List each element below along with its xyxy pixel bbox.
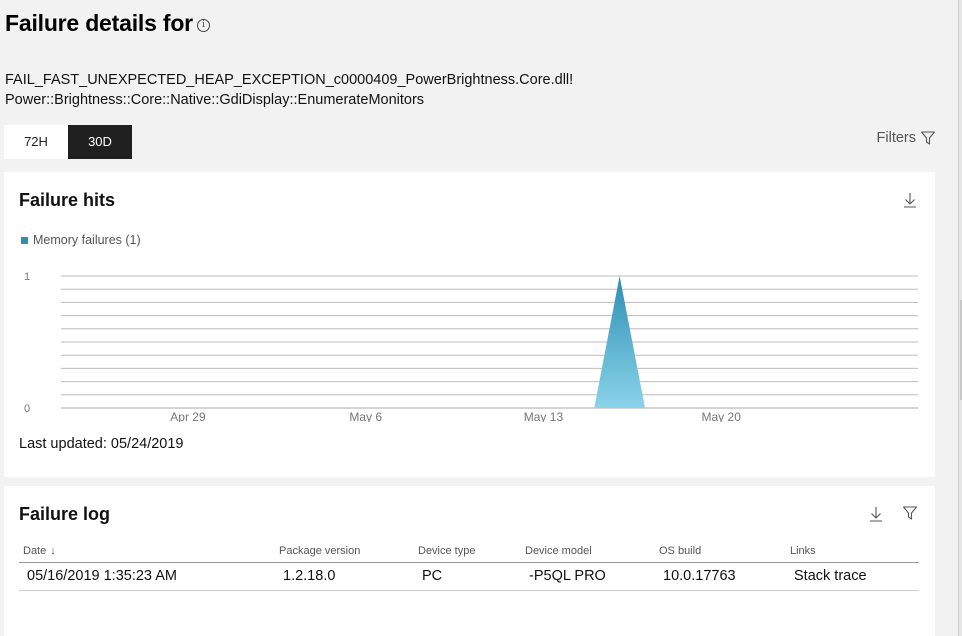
cell-os-build: 10.0.17763 bbox=[655, 562, 786, 591]
x-tick-label: May 13 bbox=[524, 410, 564, 422]
last-updated: Last updated: 05/24/2019 bbox=[19, 436, 184, 452]
stack-trace-link[interactable]: Stack trace bbox=[786, 562, 919, 591]
filter-icon[interactable] bbox=[902, 505, 918, 521]
table-header-row: Date ↓ Package version Device type Device… bbox=[19, 542, 919, 563]
failure-hits-card: Failure hits Memory failures (1) 0 1 Apr 2… bbox=[4, 172, 935, 477]
column-header-os-build[interactable]: OS build bbox=[655, 542, 786, 563]
scrollbar[interactable] bbox=[958, 0, 962, 636]
column-header-device-model[interactable]: Device model bbox=[521, 542, 655, 563]
cell-device-model: -P5QL PRO bbox=[521, 562, 655, 591]
failure-hits-chart: 0 1 Apr 29 May 6 May 13 May 20 bbox=[24, 271, 918, 422]
filters-label: Filters bbox=[876, 130, 916, 146]
cell-package-version: 1.2.18.0 bbox=[275, 562, 414, 591]
download-icon[interactable] bbox=[903, 192, 917, 208]
time-range-30d-button[interactable]: 30D bbox=[68, 125, 132, 159]
x-tick-label: Apr 29 bbox=[170, 410, 206, 422]
failure-log-table: Date ↓ Package version Device type Device… bbox=[19, 542, 919, 591]
page-title-text: Failure details for bbox=[5, 10, 193, 36]
table-row: 05/16/2019 1:35:23 AM 1.2.18.0 PC -P5QL … bbox=[19, 562, 919, 591]
filter-icon bbox=[920, 131, 936, 145]
download-icon[interactable] bbox=[869, 506, 883, 522]
failure-log-card: Failure log Date ↓ Package version Device… bbox=[4, 486, 935, 636]
failure-name-line2: Power::Brightness::Core::Native::GdiDisp… bbox=[5, 92, 425, 108]
x-tick-label: May 20 bbox=[702, 410, 742, 422]
chart-legend: Memory failures (1) bbox=[21, 233, 141, 247]
y-tick-label: 0 bbox=[24, 403, 30, 415]
cell-device-type: PC bbox=[414, 562, 521, 591]
time-range-toggle: 72H 30D bbox=[4, 125, 132, 159]
failure-name: FAIL_FAST_UNEXPECTED_HEAP_EXCEPTION_c000… bbox=[5, 70, 573, 110]
x-tick-label: May 6 bbox=[349, 410, 382, 422]
failure-log-title: Failure log bbox=[19, 504, 111, 524]
time-range-72h-button[interactable]: 72H bbox=[4, 125, 68, 159]
failure-hits-title: Failure hits bbox=[19, 190, 116, 210]
page-title: Failure details for i bbox=[5, 10, 210, 37]
info-icon[interactable]: i bbox=[196, 18, 210, 32]
legend-label: Memory failures (1) bbox=[33, 233, 141, 247]
y-tick-label: 1 bbox=[24, 271, 30, 283]
failure-name-line1: FAIL_FAST_UNEXPECTED_HEAP_EXCEPTION_c000… bbox=[5, 72, 574, 88]
filters-button[interactable]: Filters bbox=[877, 130, 936, 146]
column-header-date[interactable]: Date ↓ bbox=[19, 542, 275, 563]
column-header-package-version[interactable]: Package version bbox=[275, 542, 414, 563]
column-header-device-type[interactable]: Device type bbox=[414, 542, 521, 563]
column-header-links[interactable]: Links bbox=[786, 542, 919, 563]
legend-swatch bbox=[21, 236, 28, 244]
sort-down-icon[interactable]: ↓ bbox=[50, 545, 56, 557]
cell-date: 05/16/2019 1:35:23 AM bbox=[19, 562, 275, 591]
